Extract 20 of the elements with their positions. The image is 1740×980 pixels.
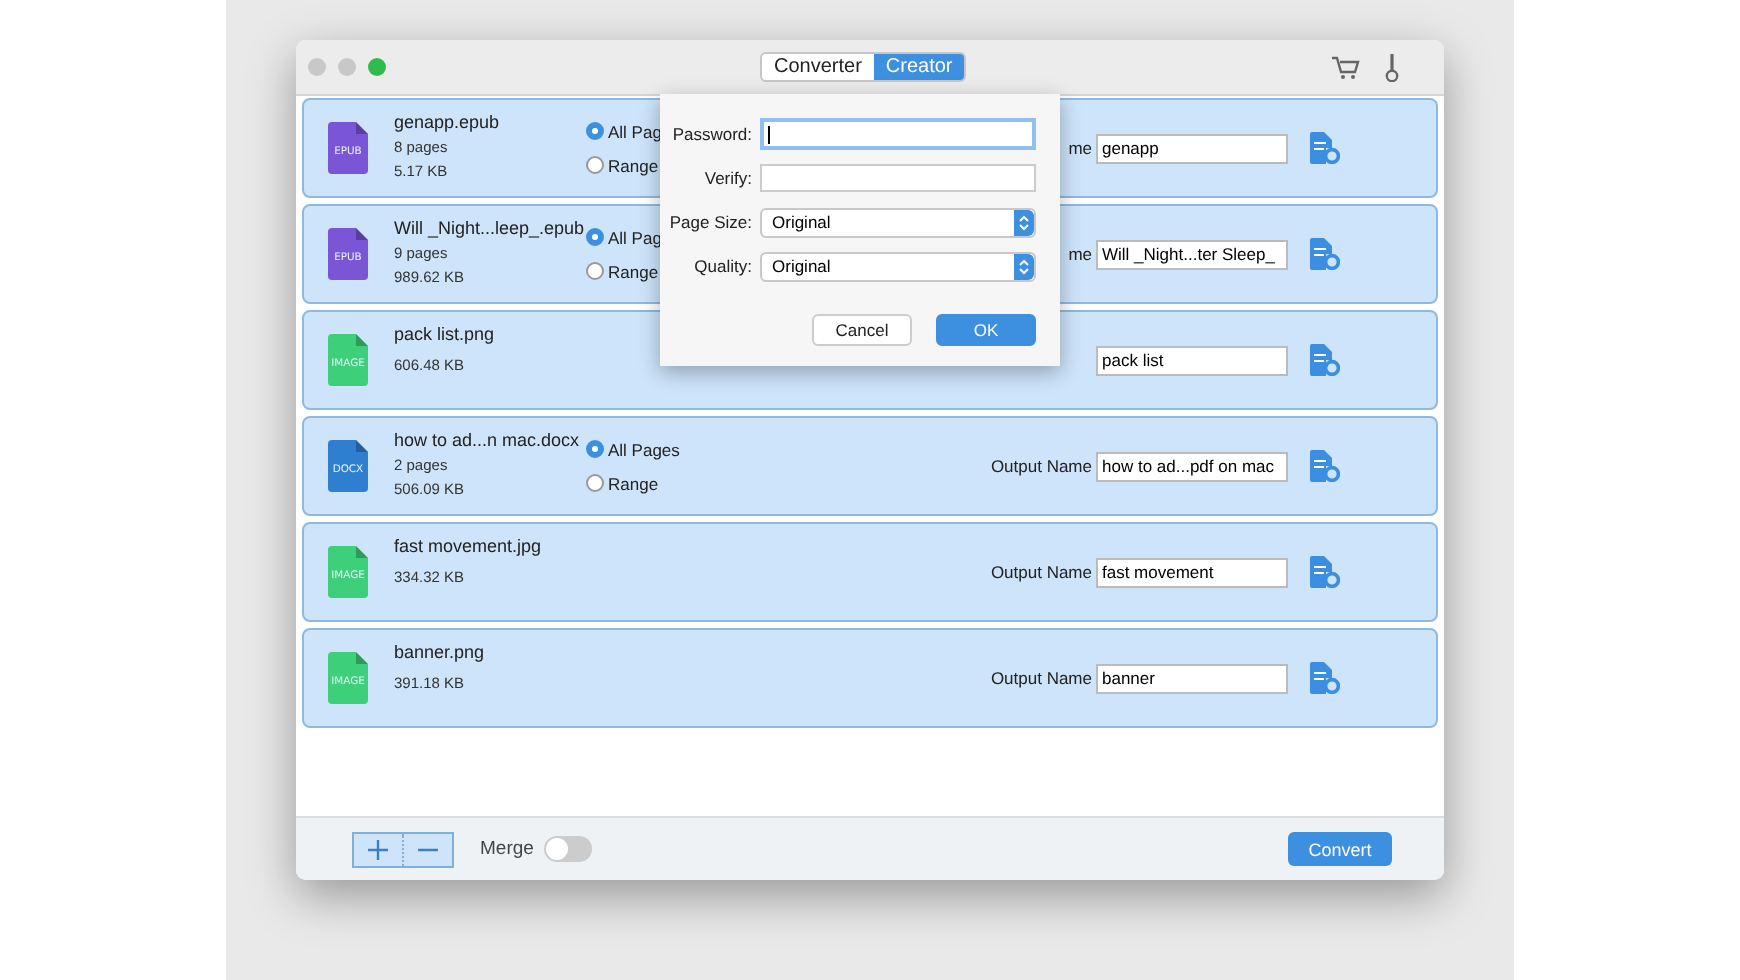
radio-label: Range (608, 155, 659, 175)
output-name-label: Output Name (990, 456, 1092, 476)
field-label: Page Size: (667, 212, 752, 232)
merge-label: Merge (480, 838, 534, 860)
file-name: Will _Night...leep_.epub (394, 218, 586, 238)
radio-label: Range (608, 473, 659, 493)
field-label: Verify: (702, 168, 752, 188)
field-label: Password: (670, 124, 752, 144)
output-name-label: me (1068, 138, 1092, 158)
output-name-label: Output Name (990, 668, 1092, 688)
radio-label: All Pages (608, 439, 680, 459)
file-name: how to ad...n mac.docx (394, 430, 582, 450)
file-name: banner.png (394, 642, 487, 662)
file-name: fast movement.jpg (394, 536, 544, 556)
field-label: Quality: (692, 256, 752, 276)
output-name-label: me (1068, 244, 1092, 264)
file-name: genapp.epub (394, 112, 502, 132)
radio-label: Range (608, 261, 659, 281)
output-name-label: Output Name (990, 562, 1092, 582)
file-name: pack list.png (394, 324, 497, 344)
